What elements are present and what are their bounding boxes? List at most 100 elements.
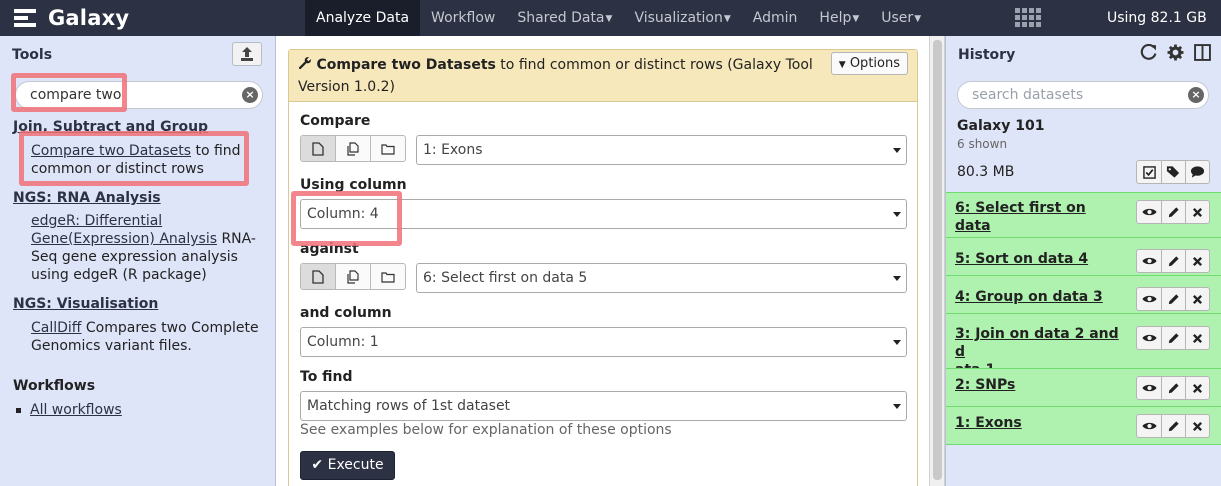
delete-x-icon[interactable] — [1185, 250, 1209, 272]
pencil-icon[interactable] — [1161, 201, 1185, 223]
dataset-title[interactable]: 2: SNPs — [955, 376, 1125, 394]
dataset-title[interactable]: 5: Sort on data 4 — [955, 250, 1125, 268]
tags-icon[interactable] — [1161, 161, 1185, 183]
tool-edger[interactable]: edgeR: Differential Gene(Expression) Ana… — [31, 212, 261, 284]
clear-search-icon[interactable]: × — [1188, 87, 1204, 103]
brand[interactable]: Galaxy — [14, 0, 129, 36]
nav-analyze-data[interactable]: Analyze Data — [305, 0, 421, 36]
dataset-buttons — [1136, 414, 1210, 438]
section-ngs-visualisation[interactable]: NGS: Visualisation — [13, 296, 158, 312]
execute-button[interactable]: ✔ Execute — [300, 451, 395, 480]
eye-icon[interactable] — [1137, 415, 1161, 437]
check-icon: ✔ — [311, 457, 324, 473]
tool-link[interactable]: Gene(Expression) Analysis — [31, 231, 217, 247]
compare-select-value: 1: Exons — [423, 142, 483, 158]
all-workflows-link[interactable]: All workflows — [30, 402, 122, 418]
collection-folder-icon[interactable] — [370, 136, 405, 161]
nav-label: Visualization — [634, 10, 723, 26]
dropdown-arrow-icon — [893, 276, 901, 281]
delete-x-icon[interactable] — [1185, 377, 1209, 399]
nav-shared-data[interactable]: Shared Data▼ — [506, 0, 623, 36]
delete-x-icon[interactable] — [1185, 288, 1209, 310]
history-search-input[interactable]: search datasets — [957, 81, 1209, 109]
nav-visualization[interactable]: Visualization▼ — [623, 0, 741, 36]
scrollbar-thumb[interactable] — [933, 40, 942, 480]
dataset-item[interactable]: 3: Join on data 2 and data 1 — [946, 313, 1221, 378]
to-find-value: Matching rows of 1st dataset — [307, 398, 511, 414]
multiple-datasets-icon[interactable] — [335, 264, 370, 289]
delete-x-icon[interactable] — [1185, 201, 1209, 223]
delete-x-icon[interactable] — [1185, 415, 1209, 437]
dataset-title-line: 1: Exons — [955, 415, 1022, 431]
tool-calldiff[interactable]: CallDiff Compares two Complete Genomics … — [31, 319, 261, 355]
dropdown-arrow-icon — [893, 212, 901, 217]
tool-desc: Seq gene expression analysis — [31, 249, 238, 265]
single-dataset-icon[interactable] — [301, 136, 335, 161]
history-header-icons — [1140, 44, 1211, 61]
tool-form-header: Compare two Datasets to find common or d… — [289, 50, 917, 102]
compare-select[interactable]: 1: Exons — [416, 135, 907, 165]
annotation-highlight-tool — [19, 131, 249, 186]
dataset-item[interactable]: 2: SNPs — [946, 368, 1221, 406]
and-column-select[interactable]: Column: 1 — [300, 327, 907, 357]
annotation-highlight-column — [291, 191, 402, 246]
history-search-placeholder: search datasets — [972, 87, 1084, 103]
refresh-icon[interactable] — [1140, 44, 1157, 61]
options-label: Options — [849, 56, 900, 71]
history-name[interactable]: Galaxy 101 — [957, 118, 1044, 134]
tool-form-subtitle: to find common or distinct rows (Galaxy … — [495, 57, 813, 73]
tool-link[interactable]: edgeR: Differential — [31, 213, 162, 229]
dataset-title-line: 4: Group on data 3 — [955, 289, 1103, 305]
dataset-title-line: 6: Select first on data — [955, 200, 1086, 234]
delete-x-icon[interactable] — [1185, 327, 1209, 349]
eye-icon[interactable] — [1137, 250, 1161, 272]
against-select[interactable]: 6: Select first on data 5 — [416, 263, 907, 293]
upload-icon — [241, 47, 253, 61]
nav-user[interactable]: User▼ — [870, 0, 932, 36]
upload-button[interactable] — [232, 42, 262, 66]
select-items-checkbox-icon[interactable] — [1137, 161, 1161, 183]
eye-icon[interactable] — [1137, 201, 1161, 223]
dataset-title[interactable]: 1: Exons — [955, 414, 1125, 432]
multiple-datasets-icon[interactable] — [335, 136, 370, 161]
nav-help[interactable]: Help▼ — [808, 0, 870, 36]
quota-meter[interactable]: Using 82.1 GB — [1107, 0, 1207, 36]
center-scrollbar[interactable] — [929, 36, 945, 486]
dataset-item[interactable]: 4: Group on data 3 — [946, 275, 1221, 313]
columns-icon[interactable] — [1194, 44, 1211, 61]
annotation-comment-icon[interactable] — [1185, 161, 1209, 183]
collection-folder-icon[interactable] — [370, 264, 405, 289]
eye-icon[interactable] — [1137, 377, 1161, 399]
eye-icon[interactable] — [1137, 327, 1161, 349]
tool-panel-title: Tools — [12, 47, 53, 63]
pencil-icon[interactable] — [1161, 288, 1185, 310]
dataset-item[interactable]: 6: Select first on data5 — [946, 192, 1221, 252]
to-find-select[interactable]: Matching rows of 1st dataset — [300, 391, 907, 421]
clear-search-icon[interactable]: × — [242, 87, 258, 103]
wrench-icon — [298, 57, 311, 70]
pencil-icon[interactable] — [1161, 377, 1185, 399]
caret-down-icon: ▼ — [605, 14, 613, 24]
nav-admin[interactable]: Admin — [742, 0, 809, 36]
dataset-title[interactable]: 4: Group on data 3 — [955, 288, 1125, 306]
dataset-buttons — [1136, 200, 1210, 224]
single-dataset-icon[interactable] — [301, 264, 335, 289]
workflows-list-item[interactable]: All workflows — [16, 402, 122, 418]
pencil-icon[interactable] — [1161, 327, 1185, 349]
section-ngs-rna-analysis[interactable]: NGS: RNA Analysis — [13, 190, 161, 206]
options-button[interactable]: ▼ Options — [830, 52, 908, 75]
dataset-item[interactable]: 1: Exons — [946, 406, 1221, 445]
main-nav: Analyze Data Workflow Shared Data▼ Visua… — [305, 0, 932, 36]
nav-workflow[interactable]: Workflow — [420, 0, 506, 36]
tool-link[interactable]: CallDiff — [31, 320, 81, 336]
pencil-icon[interactable] — [1161, 415, 1185, 437]
pencil-icon[interactable] — [1161, 250, 1185, 272]
gear-icon[interactable] — [1167, 44, 1184, 61]
caret-down-icon: ▼ — [838, 60, 846, 70]
bullet-icon — [16, 407, 21, 413]
dataset-item[interactable]: 5: Sort on data 4 — [946, 237, 1221, 275]
eye-icon[interactable] — [1137, 288, 1161, 310]
apps-grid-icon[interactable] — [1015, 8, 1041, 28]
history-size: 80.3 MB — [957, 164, 1015, 180]
history-action-buttons — [1136, 160, 1210, 184]
